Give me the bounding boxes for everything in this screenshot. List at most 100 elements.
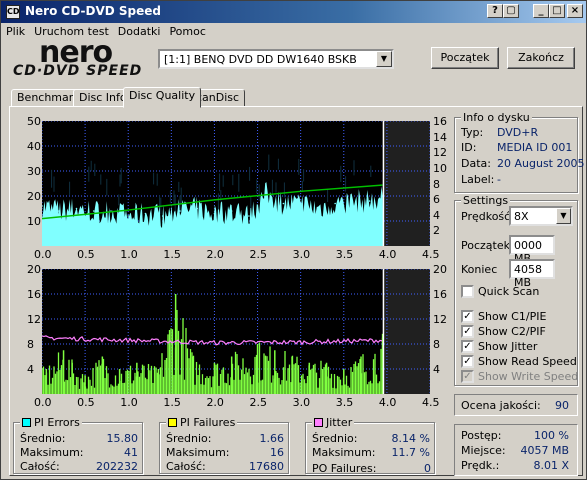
y2-tick-label: 2: [433, 224, 440, 238]
pi-errors-point: [248, 215, 250, 217]
y2-tick-label: 14: [433, 130, 447, 144]
jitter-max-label: Maksimum:: [312, 446, 376, 459]
speed-readout-value: 8.01 X: [533, 459, 569, 472]
show-c2-checkbox[interactable]: ✓: [461, 325, 474, 338]
y-tick-label: 20: [27, 263, 41, 276]
pi-errors-point: [213, 212, 216, 215]
pi-failures-group: PI Failures Średnio: 1.66 Maksimum: 16 C…: [159, 416, 289, 474]
progress-label: Postęp:: [461, 429, 502, 442]
x-tick-label: 4.5: [422, 248, 440, 261]
x-tick-label: 1.0: [120, 396, 138, 409]
quality-score-box: Ocena jakości: 90: [454, 394, 578, 416]
menu-file[interactable]: Plik: [1, 23, 29, 38]
show-c1-checkbox[interactable]: ✓: [461, 310, 474, 323]
unused-region: [383, 269, 430, 394]
speed-label: Prędkość: [461, 210, 511, 223]
pi-errors-point: [351, 200, 354, 202]
pi-errors-point: [75, 207, 78, 210]
jitter-swatch: [314, 418, 323, 427]
pi-errors-peaks: [51, 154, 372, 214]
x-tick-label: 4.0: [378, 248, 397, 261]
y2-tick-label: 10: [433, 161, 447, 175]
pi-errors-title-text: PI Errors: [34, 416, 80, 429]
x-tick-label: 2.0: [206, 396, 224, 409]
speed-select[interactable]: 8X ▼: [509, 206, 573, 226]
app-window: CD Nero CD-DVD Speed ? ▢ _ □ × Plik Uruch…: [0, 0, 587, 480]
menu-extras[interactable]: Dodatki: [113, 23, 165, 38]
quick-scan-label: Quick Scan: [478, 285, 540, 298]
quick-scan-checkbox[interactable]: [461, 285, 474, 298]
exit-button[interactable]: Zakończ: [507, 47, 575, 69]
screenshot-icon[interactable]: ▢: [503, 4, 519, 18]
show-jitter-checkbox[interactable]: ✓: [461, 340, 474, 353]
pi-errors-point: [42, 205, 43, 207]
y2-tick-label: 8: [433, 338, 440, 351]
show-c2-label: Show C2/PIF: [478, 325, 546, 338]
chevron-down-icon[interactable]: ▼: [556, 208, 571, 224]
minimize-button[interactable]: _: [533, 4, 549, 18]
y2-tick-label: 6: [433, 193, 440, 207]
pi-errors-point: [282, 202, 285, 205]
x-tick-label: 1.5: [163, 248, 181, 261]
disc-id-value: MEDIA ID 001: [497, 141, 573, 154]
speed-select-value: 8X: [514, 210, 529, 223]
pi-errors-avg-value: 15.80: [106, 432, 139, 445]
pi-errors-max-label: Maksimum:: [20, 446, 84, 459]
pi-errors-avg-label: Średnio:: [20, 432, 66, 445]
jitter-line: [42, 335, 383, 346]
y-tick-label: 8: [27, 338, 34, 351]
progress-value: 100 %: [534, 429, 569, 442]
settings-group: Settings Prędkość 8X ▼ Początek 0000 MB …: [454, 194, 578, 386]
start-input[interactable]: 0000 MB: [509, 235, 555, 265]
drive-select[interactable]: [1:1] BENQ DVD DD DW1640 BSKB ▼: [158, 49, 394, 69]
chevron-down-icon[interactable]: ▼: [376, 51, 392, 67]
pi-errors-point: [179, 210, 181, 212]
y2-tick-label: 12: [433, 146, 447, 160]
x-tick-label: 4.0: [378, 396, 397, 409]
title-bar: CD Nero CD-DVD Speed ? ▢ _ □ ×: [1, 1, 586, 23]
pi-failures-chart-svg: [42, 269, 430, 394]
show-c1-label: Show C1/PIE: [478, 310, 547, 323]
x-tick-label: 1.5: [163, 396, 181, 409]
help-icon[interactable]: ?: [487, 4, 503, 18]
x-tick-label: 0.0: [34, 396, 52, 409]
y2-tick-label: 12: [433, 313, 447, 326]
pi-failures-avg-label: Średnio:: [166, 432, 212, 445]
pi-failures-title: PI Failures: [166, 416, 238, 429]
settings-title: Settings: [461, 194, 511, 207]
y-tick-label: 4: [27, 363, 34, 376]
y-tick-label: 30: [27, 165, 41, 178]
pi-errors-point: [230, 210, 233, 212]
pi-errors-point: [334, 202, 336, 205]
y-tick-label: 16: [27, 288, 41, 301]
y2-tick-label: 16: [433, 115, 447, 128]
start-label: Początek: [461, 239, 510, 252]
y2-tick-label: 16: [433, 288, 447, 301]
y2-tick-label: 4: [433, 208, 440, 222]
logo-product: CD·DVD SPEED: [13, 63, 143, 79]
menu-help[interactable]: Pomoc: [164, 23, 209, 38]
disc-label-label: Label:: [461, 173, 495, 186]
pi-errors-chart: [42, 121, 430, 246]
pi-errors-point: [196, 207, 198, 210]
x-tick-label: 3.5: [335, 396, 354, 409]
x-tick-label: 4.5: [422, 396, 440, 409]
tab-disc-quality[interactable]: Disc Quality: [123, 87, 202, 108]
show-read-speed-checkbox[interactable]: ✓: [461, 355, 474, 368]
pi-errors-total-value: 202232: [96, 460, 138, 473]
show-write-speed-checkbox: ✓: [461, 370, 474, 383]
jitter-title: Jitter: [312, 416, 355, 429]
po-failures-label: PO Failures:: [312, 462, 377, 475]
y-tick-label: 40: [27, 140, 41, 153]
close-button[interactable]: ×: [567, 4, 583, 18]
end-input[interactable]: 4058 MB: [509, 259, 555, 289]
disc-date-value: 20 August 2005: [497, 157, 585, 170]
app-icon: CD: [6, 5, 20, 19]
disc-type-value: DVD+R: [497, 126, 539, 139]
x-tick-label: 0.5: [77, 248, 95, 261]
start-button[interactable]: Początek: [431, 47, 499, 69]
disc-type-label: Typ:: [461, 126, 484, 139]
quality-score-label: Ocena jakości:: [461, 399, 541, 412]
maximize-button[interactable]: □: [549, 4, 565, 18]
pi-errors-group: PI Errors Średnio: 15.80 Maksimum: 41 Ca…: [13, 416, 143, 474]
